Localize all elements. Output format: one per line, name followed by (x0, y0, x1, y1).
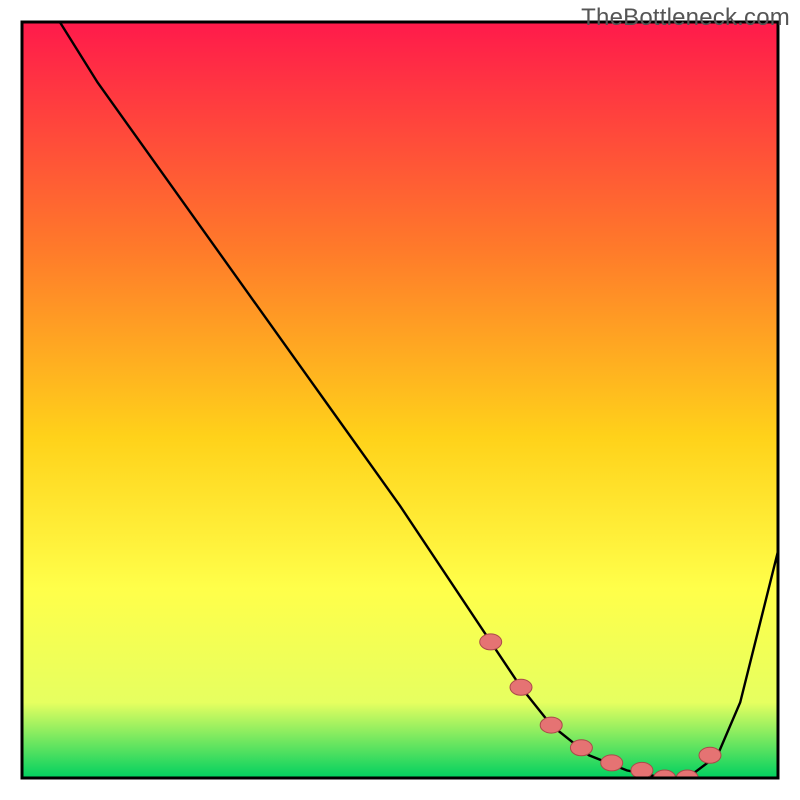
chart-stage: TheBottleneck.com (0, 0, 800, 800)
highlight-dot (601, 755, 623, 771)
highlight-dot (699, 747, 721, 763)
highlight-dot (570, 740, 592, 756)
bottleneck-chart (0, 0, 800, 800)
highlight-dot (540, 717, 562, 733)
highlight-dot (631, 762, 653, 778)
highlight-dot (480, 634, 502, 650)
highlight-dot (510, 679, 532, 695)
watermark-label: TheBottleneck.com (581, 4, 790, 32)
